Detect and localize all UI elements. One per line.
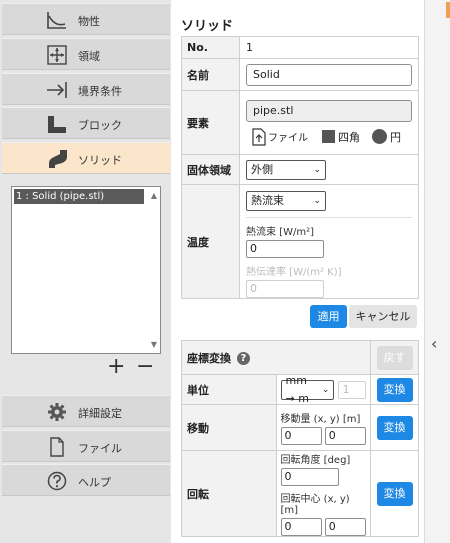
left-sidebar: 物性 領域 境界条件 ブロック ソリッド 1 : Solid (pipe.stl… — [0, 0, 171, 543]
rot-angle-input[interactable]: 0 — [280, 468, 339, 486]
nav-label: 詳細設定 — [78, 407, 122, 420]
solid-list[interactable]: 1 : Solid (pipe.stl) ▲ ▼ — [11, 186, 161, 354]
transform-title: 座標変換 — [187, 351, 231, 365]
scroll-down-icon[interactable]: ▼ — [151, 340, 157, 349]
arrow-boundary-icon — [46, 80, 68, 100]
chevron-down-icon: ⌄ — [313, 196, 321, 206]
domain-move-icon — [46, 45, 68, 65]
unit-factor-input: 1 — [338, 380, 366, 399]
rotate-convert-button[interactable]: 変換 — [376, 481, 413, 506]
rot-center-label: 回転中心 (x, y) [m] — [280, 494, 350, 516]
page-title: ソリッド — [181, 19, 234, 34]
rot-cy-input[interactable]: 0 — [324, 518, 366, 536]
nav-item-boundary[interactable]: 境界条件 — [2, 73, 170, 105]
unit-value: mm → m — [285, 373, 309, 405]
nav-item-block[interactable]: ブロック — [2, 107, 170, 139]
nav-item-domain[interactable]: 領域 — [2, 38, 170, 70]
move-y-input[interactable]: 0 — [324, 427, 366, 445]
heat-flux-label: 熱流束 [W/m²] — [246, 227, 314, 238]
chevron-left-icon[interactable]: ‹ — [431, 334, 437, 353]
solid-panel: ソリッド No. 1 名前 Solid 要素 pipe.stl ファイル 四角 … — [171, 0, 424, 543]
unit-select[interactable]: mm → m ⌄ — [280, 374, 335, 405]
unit-label: 単位 — [181, 374, 277, 405]
circle-option-label: 円 — [390, 130, 401, 144]
move-label: 移動 — [181, 404, 277, 451]
nav-label: 領域 — [78, 50, 100, 63]
transform-form: 座標変換 ? 戻す 単位 mm → m ⌄ 1 変換 移動 移動量 (x, y)… — [181, 340, 419, 537]
revert-button[interactable]: 戻す — [376, 345, 413, 370]
htc-input: 0 — [246, 280, 324, 298]
temperature-mode-select[interactable]: 熱流束 ⌄ — [246, 191, 326, 211]
element-label: 要素 — [181, 90, 240, 155]
temperature-label: 温度 — [181, 184, 240, 299]
nav-item-properties[interactable]: 物性 — [2, 3, 170, 35]
solid-region-value: 外側 — [251, 162, 273, 176]
nav-item-file[interactable]: ファイル — [2, 430, 170, 462]
solid-form: No. 1 名前 Solid 要素 pipe.stl ファイル 四角 円 固体領… — [181, 36, 419, 299]
list-item[interactable]: 1 : Solid (pipe.stl) — [14, 189, 144, 204]
nav-label: ソリッド — [78, 154, 122, 167]
chart-curve-icon — [46, 10, 68, 30]
circle-option[interactable]: 円 — [372, 129, 401, 145]
file-upload-icon — [252, 127, 266, 146]
apply-button[interactable]: 適用 — [310, 305, 347, 328]
name-label: 名前 — [181, 58, 240, 91]
file-upload-option[interactable]: ファイル — [252, 127, 308, 146]
panel-accent-marker — [446, 2, 450, 18]
solid-region-select[interactable]: 外側 ⌄ — [246, 159, 326, 180]
remove-button[interactable]: − — [136, 356, 154, 378]
name-input[interactable]: Solid — [246, 63, 412, 86]
cancel-button[interactable]: キャンセル — [349, 305, 417, 328]
gear-icon — [46, 402, 68, 422]
htc-label: 熱伝達率 [W/(m² K)] — [246, 267, 342, 278]
nav-item-advanced[interactable]: 詳細設定 — [2, 395, 170, 427]
chevron-down-icon: ⌄ — [321, 384, 330, 395]
circle-icon — [372, 129, 387, 144]
right-collapse-strip: ‹ — [424, 0, 450, 543]
nav-item-help[interactable]: ヘルプ — [2, 464, 170, 496]
nav-label: ヘルプ — [78, 476, 111, 489]
unit-convert-button[interactable]: 変換 — [376, 377, 413, 402]
square-option[interactable]: 四角 — [322, 129, 360, 145]
move-convert-button[interactable]: 変換 — [376, 415, 413, 440]
no-label: No. — [181, 36, 240, 59]
square-option-label: 四角 — [338, 130, 360, 144]
move-x-input[interactable]: 0 — [280, 427, 322, 445]
temperature-mode-value: 熱流束 — [251, 194, 284, 207]
nav-label: 物性 — [78, 15, 100, 28]
rot-cx-input[interactable]: 0 — [280, 518, 322, 536]
heat-flux-input[interactable]: 0 — [246, 240, 324, 258]
element-input[interactable]: pipe.stl — [246, 99, 412, 122]
question-circle-icon[interactable]: ? — [236, 352, 250, 365]
rotate-label: 回転 — [181, 450, 277, 537]
file-option-label: ファイル — [268, 133, 308, 144]
move-field-label: 移動量 (x, y) [m] — [280, 414, 361, 425]
chevron-down-icon: ⌄ — [313, 164, 321, 175]
rot-angle-label: 回転角度 [deg] — [280, 455, 351, 466]
solid-region-label: 固体領域 — [181, 154, 240, 185]
nav-label: ファイル — [78, 442, 122, 455]
add-button[interactable]: + — [107, 356, 125, 378]
pipe-elbow-icon — [46, 149, 68, 169]
square-icon — [322, 130, 335, 143]
scroll-up-icon[interactable]: ▲ — [151, 191, 157, 200]
no-value: 1 — [239, 36, 419, 59]
nav-label: 境界条件 — [78, 85, 122, 98]
help-icon — [46, 471, 68, 491]
nav-label: ブロック — [78, 119, 122, 132]
block-icon — [46, 114, 68, 134]
nav-item-solid[interactable]: ソリッド — [2, 142, 170, 174]
file-icon — [46, 437, 68, 457]
